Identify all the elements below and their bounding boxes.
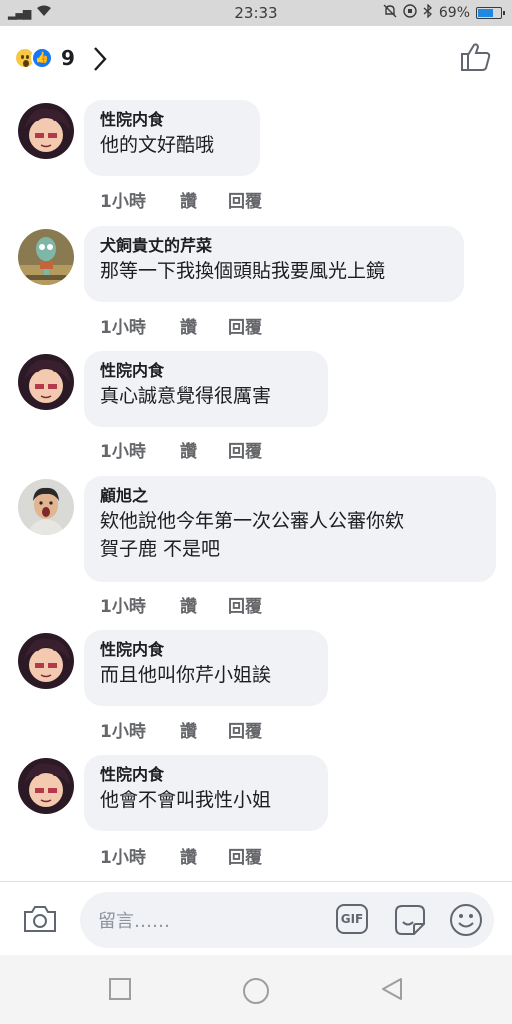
comment-bubble[interactable]: 性院内食他會不會叫我性小姐 [84, 755, 328, 831]
comment-text: 那等一下我換個頭貼我要風光上鏡 [100, 260, 386, 282]
anime-boy-avatar[interactable] [18, 354, 74, 410]
circle-icon [243, 978, 269, 1004]
commenter-name[interactable]: 犬飼貴丈的芹菜 [100, 235, 448, 257]
status-right: 69% [383, 3, 505, 22]
sticker-button[interactable] [392, 902, 428, 942]
like-comment-button[interactable]: 讚 [180, 313, 228, 338]
comment-timestamp: 1小時 [100, 597, 146, 617]
comment-input[interactable]: 留言…… GIF [80, 892, 494, 948]
comment-actions: 1小時 讚回覆 [100, 843, 262, 868]
system-nav-bar [0, 955, 512, 1024]
battery-percent: 69% [438, 5, 470, 21]
status-bar: ▂▄▆ 23:33 69% [0, 0, 512, 26]
home-button[interactable] [242, 977, 270, 1009]
comment-bubble[interactable]: 顧旭之欸他說他今年第一次公審人公審你欸 賀子鹿 不是吧 [84, 476, 496, 582]
commenter-name[interactable]: 性院内食 [100, 764, 312, 786]
like-post-button[interactable] [460, 42, 492, 76]
comment-actions: 1小時 讚回覆 [100, 187, 262, 212]
anime-boy-avatar[interactable] [18, 633, 74, 689]
rotation-lock-icon [403, 4, 417, 22]
comment-bubble[interactable]: 犬飼貴丈的芹菜 那等一下我換個頭貼我要風光上鏡 [84, 226, 464, 302]
emoji-button[interactable] [448, 902, 484, 942]
comment-bubble[interactable]: 性院内食而且他叫你芹小姐誒 [84, 630, 328, 706]
reply-button[interactable]: 回覆 [228, 843, 262, 868]
thumbs-up-icon [461, 43, 491, 71]
sticker-icon [395, 905, 425, 935]
emoji-icon [450, 904, 482, 936]
like-reaction-icon: 👍 [31, 47, 53, 69]
camera-button[interactable] [22, 904, 58, 938]
battery-icon [476, 7, 505, 19]
reply-button[interactable]: 回覆 [228, 187, 262, 212]
like-comment-button[interactable]: 讚 [180, 187, 228, 212]
commenter-name[interactable]: 顧旭之 [100, 485, 480, 507]
comment-text: 欸他說他今年第一次公審人公審你欸 [100, 510, 405, 532]
back-button[interactable] [380, 977, 404, 1005]
gif-button[interactable]: GIF [336, 904, 368, 934]
comment-placeholder: 留言…… [98, 911, 170, 932]
comment-text: 他的文好酷哦 [100, 134, 215, 156]
reply-button[interactable]: 回覆 [228, 717, 262, 742]
comment-composer: 留言…… GIF [0, 881, 512, 955]
like-comment-button[interactable]: 讚 [180, 437, 228, 462]
comment-actions: 1小時 讚回覆 [100, 592, 262, 617]
reply-button[interactable]: 回覆 [228, 592, 262, 617]
comment-timestamp: 1小時 [100, 442, 146, 462]
reactions-summary[interactable]: 👍 9 [14, 46, 75, 70]
commenter-name[interactable]: 性院内食 [100, 639, 312, 661]
anime-boy-avatar[interactable] [18, 103, 74, 159]
like-comment-button[interactable]: 讚 [180, 592, 228, 617]
chevron-right-icon[interactable] [92, 46, 108, 76]
like-comment-button[interactable]: 讚 [180, 843, 228, 868]
comment-actions: 1小時 讚回覆 [100, 437, 262, 462]
squidward-avatar[interactable] [18, 229, 74, 285]
reply-button[interactable]: 回覆 [228, 313, 262, 338]
comment-actions: 1小時 讚回覆 [100, 717, 262, 742]
camera-icon [24, 906, 56, 932]
comment-timestamp: 1小時 [100, 722, 146, 742]
comment-text: 而且他叫你芹小姐誒 [100, 664, 272, 686]
like-comment-button[interactable]: 讚 [180, 717, 228, 742]
bluetooth-icon [423, 3, 433, 22]
comment-timestamp: 1小時 [100, 192, 146, 212]
comment-timestamp: 1小時 [100, 848, 146, 868]
reactions-header: 👍 9 [0, 26, 512, 92]
anime-boy-avatar[interactable] [18, 758, 74, 814]
person-avatar[interactable] [18, 479, 74, 535]
reaction-count: 9 [61, 46, 75, 70]
commenter-name[interactable]: 性院内食 [100, 109, 244, 131]
recent-apps-button[interactable] [108, 977, 132, 1005]
comment-bubble[interactable]: 性院内食真心誠意覺得很厲害 [84, 351, 328, 427]
commenter-name[interactable]: 性院内食 [100, 360, 312, 382]
bell-muted-icon [383, 4, 397, 22]
comment-actions: 1小時 讚回覆 [100, 313, 262, 338]
square-icon [109, 978, 131, 1000]
comment-text: 賀子鹿 不是吧 [100, 538, 221, 560]
comment-bubble[interactable]: 性院内食他的文好酷哦 [84, 100, 260, 176]
comment-timestamp: 1小時 [100, 318, 146, 338]
comment-text: 真心誠意覺得很厲害 [100, 385, 272, 407]
reply-button[interactable]: 回覆 [228, 437, 262, 462]
comment-text: 他會不會叫我性小姐 [100, 789, 272, 811]
triangle-back-icon [382, 978, 402, 1000]
